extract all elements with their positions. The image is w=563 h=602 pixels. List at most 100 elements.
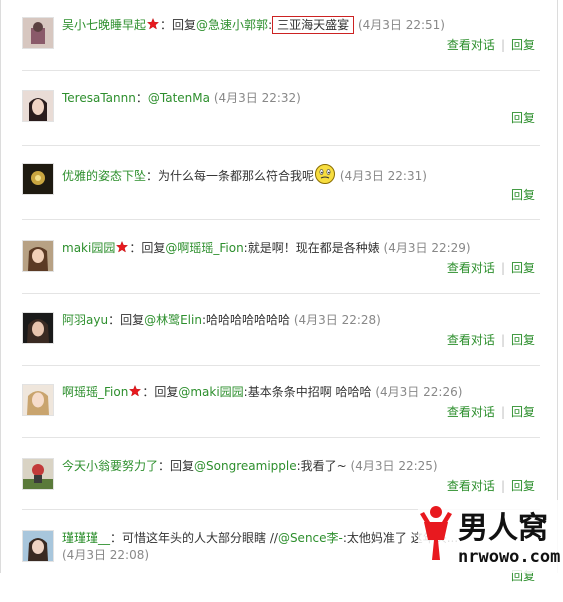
reply-link[interactable]: 回复	[511, 111, 535, 125]
separator: ：	[142, 385, 155, 399]
comment-line: 啊瑶瑶_Fion ：回复@maki园园:基本条条中招啊 哈哈哈 (4月3日 22:…	[62, 384, 540, 400]
separator: ：	[110, 531, 123, 545]
avatar[interactable]	[22, 163, 54, 195]
comment-time: (4月3日 22:08)	[62, 548, 150, 562]
reply-link[interactable]: 回复	[511, 261, 535, 275]
reply-prefix: 回复	[172, 18, 197, 32]
comment-item: 阿羽ayu：回复@林鹭Elin:哈哈哈哈哈哈哈 (4月3日 22:28) 查看对…	[22, 312, 540, 384]
divider	[22, 145, 540, 146]
comment-actions: 查看对话 | 回复	[447, 260, 535, 276]
mention-link[interactable]: @Songreamipple	[194, 459, 297, 473]
comment-item: TeresaTannn：@TatenMa (4月3日 22:32) 回复	[22, 90, 540, 162]
comment-time: (4月3日 22:28)	[293, 313, 381, 327]
divider	[22, 219, 540, 220]
action-divider: |	[500, 405, 505, 419]
action-divider: |	[500, 479, 505, 493]
divider	[22, 70, 540, 71]
watermark-url-text: nrwowo.com	[458, 547, 560, 567]
comment-line: 今天小翁要努力了：回复@Songreamipple:我看了~ (4月3日 22:…	[62, 458, 540, 474]
username-link[interactable]: 吴小七晚睡早起	[62, 18, 146, 32]
comment-text: :我看了~	[296, 459, 347, 473]
view-conversation-link[interactable]: 查看对话	[447, 333, 495, 347]
comment-line: maki园园 ：回复@啊瑶瑶_Fion:就是啊！现在都是各种婊 (4月3日 22:…	[62, 240, 540, 256]
avatar[interactable]	[22, 17, 54, 49]
reply-link[interactable]: 回复	[511, 188, 535, 202]
mention-link[interactable]: @林鹭Elin	[144, 313, 202, 327]
divider	[22, 365, 540, 366]
separator: ：	[146, 169, 159, 183]
username-link[interactable]: 阿羽ayu	[62, 313, 108, 327]
comment-time: (4月3日 22:31)	[339, 169, 427, 183]
comment-item: 优雅的姿态下坠：为什么每一条都那么符合我呢 (4月3日 22:31) 回复	[22, 163, 540, 235]
nanrenwo-logo-icon: 男人窝 nrwowo.com	[418, 500, 563, 573]
comment-line-wrapped: (4月3日 22:08)	[62, 547, 149, 563]
reply-prefix: 回复	[141, 241, 166, 255]
divider	[22, 293, 540, 294]
verified-star-icon	[116, 241, 129, 253]
avatar[interactable]	[22, 312, 54, 344]
comment-text: :哈哈哈哈哈哈哈	[201, 313, 290, 327]
comment-text: :就是啊！现在都是各种婊	[243, 241, 380, 255]
action-divider: |	[500, 38, 505, 52]
mention-link[interactable]: @急速小郭郭	[196, 18, 268, 32]
username-link[interactable]: TeresaTannn	[62, 91, 136, 105]
separator: ：	[158, 459, 171, 473]
comment-item: 吴小七晚睡早起 ：回复@急速小郭郭: 三亚海天盛宴 (4月3日 22:51) 查看对…	[22, 16, 540, 89]
mention-link[interactable]: @Sence李-	[278, 531, 343, 545]
comment-line: 吴小七晚睡早起 ：回复@急速小郭郭: 三亚海天盛宴 (4月3日 22:51)	[62, 16, 540, 34]
view-conversation-link[interactable]: 查看对话	[447, 405, 495, 419]
action-divider: |	[500, 333, 505, 347]
left-border	[0, 0, 1, 573]
username-link[interactable]: maki园园	[62, 241, 115, 255]
reply-link[interactable]: 回复	[511, 479, 535, 493]
avatar[interactable]	[22, 530, 54, 562]
view-conversation-link[interactable]: 查看对话	[447, 261, 495, 275]
verified-star-icon	[129, 385, 142, 397]
view-conversation-link[interactable]: 查看对话	[447, 479, 495, 493]
comment-line: TeresaTannn：@TatenMa (4月3日 22:32)	[62, 90, 540, 106]
comment-actions: 查看对话 | 回复	[447, 37, 535, 53]
mention-link[interactable]: @maki园园	[178, 385, 243, 399]
comment-actions: 回复	[511, 187, 535, 203]
avatar[interactable]	[22, 384, 54, 416]
username-link[interactable]: 瑾瑾瑾__	[62, 531, 110, 545]
comment-list: 吴小七晚睡早起 ：回复@急速小郭郭: 三亚海天盛宴 (4月3日 22:51) 查看对…	[0, 0, 563, 583]
reply-prefix: 回复	[154, 385, 179, 399]
mention-link[interactable]: @TatenMa	[148, 91, 210, 105]
comment-text: :基本条条中招啊 哈哈哈	[243, 385, 372, 399]
divider	[22, 437, 540, 438]
username-link[interactable]: 今天小翁要努力了	[62, 459, 158, 473]
highlighted-comment-text: 三亚海天盛宴	[272, 16, 355, 34]
smiley-face-icon	[315, 164, 336, 184]
avatar[interactable]	[22, 240, 54, 272]
comment-text: 为什么每一条都那么符合我呢	[158, 169, 315, 183]
mention-link[interactable]: @啊瑶瑶_Fion	[165, 241, 243, 255]
watermark-brand-text: 男人窝	[458, 511, 548, 546]
avatar[interactable]	[22, 90, 54, 122]
site-watermark: 男人窝 nrwowo.com	[418, 500, 563, 573]
avatar[interactable]	[22, 458, 54, 490]
username-link[interactable]: 啊瑶瑶_Fion	[62, 385, 128, 399]
comment-time: (4月3日 22:29)	[383, 241, 471, 255]
reply-prefix: 回复	[170, 459, 195, 473]
separator: ：	[108, 313, 121, 327]
reply-link[interactable]: 回复	[511, 38, 535, 52]
view-conversation-link[interactable]: 查看对话	[447, 38, 495, 52]
separator: ：	[160, 18, 173, 32]
action-divider: |	[500, 261, 505, 275]
comment-actions: 查看对话 | 回复	[447, 478, 535, 494]
comment-line: 优雅的姿态下坠：为什么每一条都那么符合我呢 (4月3日 22:31)	[62, 163, 540, 185]
comment-time: (4月3日 22:32)	[213, 91, 301, 105]
username-link[interactable]: 优雅的姿态下坠	[62, 169, 146, 183]
comment-time: (4月3日 22:26)	[375, 385, 463, 399]
comment-line: 阿羽ayu：回复@林鹭Elin:哈哈哈哈哈哈哈 (4月3日 22:28)	[62, 312, 540, 328]
verified-star-icon	[147, 18, 160, 30]
separator: ：	[135, 91, 148, 105]
reply-link[interactable]: 回复	[511, 333, 535, 347]
reply-prefix: 回复	[120, 313, 145, 327]
reply-link[interactable]: 回复	[511, 405, 535, 419]
comment-actions: 回复	[511, 110, 535, 126]
right-border	[557, 0, 558, 573]
comment-time: (4月3日 22:25)	[350, 459, 438, 473]
comment-item: maki园园 ：回复@啊瑶瑶_Fion:就是啊！现在都是各种婊 (4月3日 22:…	[22, 240, 540, 312]
